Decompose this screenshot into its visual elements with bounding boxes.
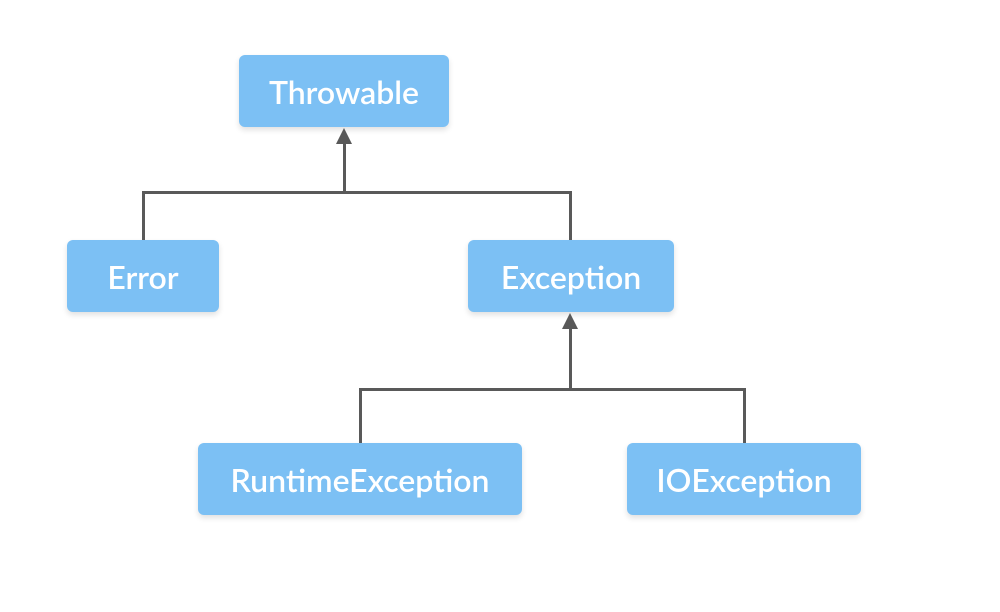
arrowhead-icon: [562, 313, 578, 329]
connector-line: [142, 191, 145, 240]
connector-line: [569, 328, 572, 390]
connector-line: [142, 191, 572, 194]
node-exception: Exception: [468, 240, 674, 312]
connector-line: [743, 388, 746, 443]
node-io-exception: IOException: [627, 443, 861, 515]
connector-line: [569, 191, 572, 240]
connector-line: [359, 388, 362, 443]
node-error: Error: [67, 240, 219, 312]
node-throwable: Throwable: [239, 55, 449, 127]
connector-line: [343, 143, 346, 193]
node-runtime-exception: RuntimeException: [198, 443, 522, 515]
arrowhead-icon: [336, 128, 352, 144]
connector-line: [359, 388, 746, 391]
